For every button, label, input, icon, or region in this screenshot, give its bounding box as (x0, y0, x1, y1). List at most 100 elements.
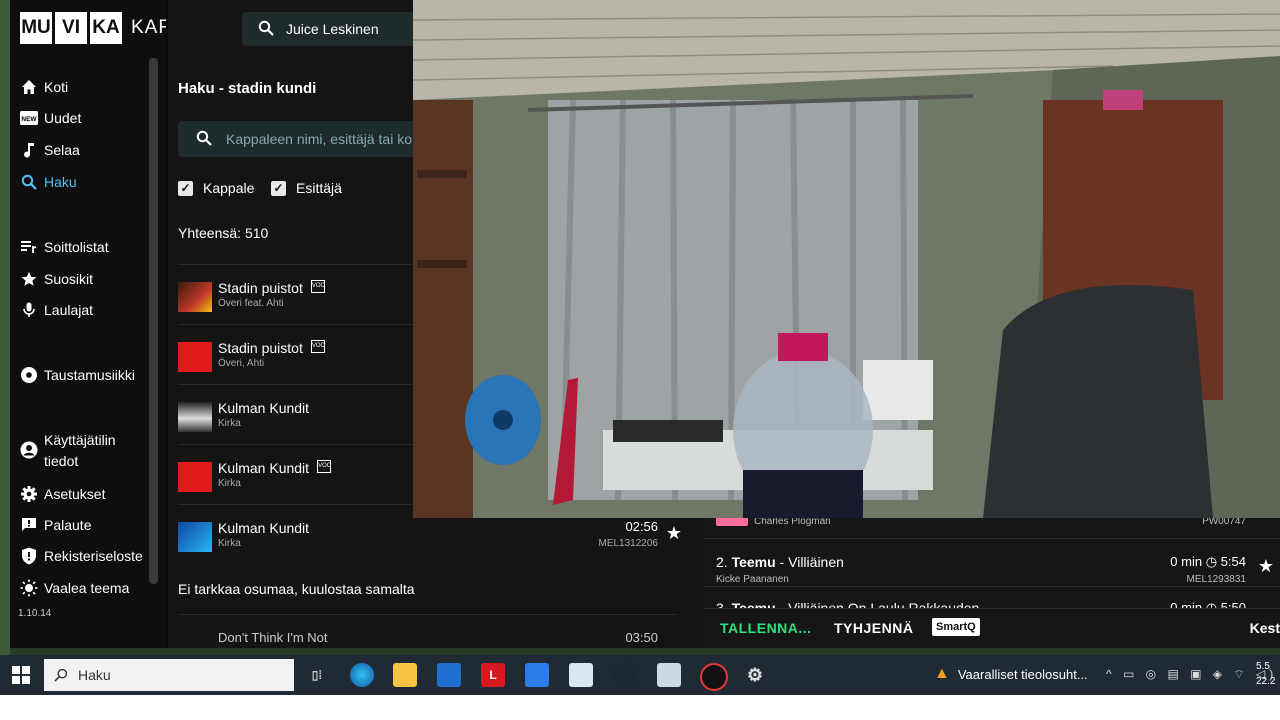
app-version: 1.10.14 (18, 608, 52, 619)
app-icon[interactable] (525, 663, 549, 687)
search-icon (196, 130, 212, 149)
account-label-group: Käyttäjätilin tiedot (44, 430, 116, 472)
filter-label: Esittäjä (296, 180, 342, 196)
sidebar-item-soittolistat[interactable]: Soittolistat (20, 236, 109, 258)
taskbar-clock[interactable]: 5.5 22.2 (1256, 659, 1275, 689)
list-item[interactable]: Charles Plogman PW00747 (704, 516, 1280, 539)
song-length: 5:50 (1220, 600, 1246, 609)
song-title: Villiäinen On Laulu Rakkauden (788, 600, 980, 609)
windows-logo-icon (12, 666, 30, 684)
filter-kappale[interactable]: ✓ Kappale (178, 180, 254, 196)
settings-gear-icon[interactable]: ⚙ (743, 663, 767, 687)
new-icon: NEW (20, 109, 38, 127)
sidebar-item-label: Haku (44, 174, 77, 190)
sidebar-item-kayttajatili[interactable]: Käyttäjätilin tiedot (20, 430, 116, 474)
screen-bottom-area (0, 695, 1280, 720)
warning-text: Vaaralliset tieolosuht... (957, 666, 1088, 682)
search-icon (258, 20, 274, 39)
task-view-icon[interactable]: ▯⁞ (305, 663, 329, 687)
weather-warning[interactable]: ▲ Vaaralliset tieolosuht... (934, 665, 1088, 683)
wait-time: 0 min (1170, 554, 1203, 569)
home-icon (20, 78, 38, 96)
album-thumbnail (178, 402, 212, 432)
smartq-toggle[interactable]: SmartQ (932, 618, 980, 636)
windows-start-button[interactable] (12, 666, 30, 689)
system-tray-icons[interactable]: ^ ▭ ◎ ▤ ▣ ◈ ⌔ ◁) (1106, 667, 1277, 682)
song-artist: Överi, Ahti (218, 358, 265, 369)
sidebar-item-rekisteriseloste[interactable]: Rekisteriseloste (20, 545, 143, 567)
duration-column-header[interactable]: Kest (1250, 620, 1280, 636)
song-title: Villiäinen (788, 554, 844, 570)
paint-icon[interactable] (657, 663, 681, 687)
song-artist: Överi feat. Ahti (218, 298, 284, 309)
playlist-icon (20, 238, 38, 256)
singer-name: Teemu (731, 600, 776, 609)
sidebar-item-laulajat[interactable]: Laulajat (20, 299, 93, 321)
filter-esittaja[interactable]: ✓ Esittäjä (271, 180, 342, 196)
favorite-star-icon[interactable]: ★ (666, 523, 682, 544)
clear-queue-button[interactable]: TYHJENNÄ (834, 620, 913, 636)
song-code: MEL1312206 (598, 538, 659, 549)
checkbox-checked-icon[interactable]: ✓ (271, 180, 286, 196)
music-note-icon (20, 141, 38, 159)
clock-date: 22.2 (1256, 676, 1276, 687)
sidebar-item-label: Soittolistat (44, 239, 109, 255)
gear-icon (20, 485, 38, 503)
song-title: Don't Think I'm Not (218, 630, 328, 645)
webcam-video-overlay[interactable] (413, 0, 1280, 518)
sidebar-item-label: Käyttäjätilin (44, 432, 116, 448)
l-app-icon[interactable]: L (481, 663, 505, 687)
sidebar-item-label: Palaute (44, 517, 92, 533)
file-explorer-icon[interactable] (393, 663, 417, 687)
sidebar-item-taustamusiikki[interactable]: Taustamusiikki (20, 364, 135, 386)
song-artist: Kirka (218, 418, 241, 429)
sidebar-item-uudet[interactable]: NEW Uudet (20, 107, 81, 129)
logo-box-1: MU (20, 12, 52, 44)
checkbox-checked-icon[interactable]: ✓ (178, 180, 193, 196)
notepad-icon[interactable] (569, 663, 593, 687)
sidebar-item-vaalea-teema[interactable]: Vaalea teema (20, 577, 129, 599)
feedback-icon (20, 516, 38, 534)
list-item[interactable]: 3. Teemu - Villiäinen On Laulu Rakkauden… (704, 588, 1280, 609)
song-artist: Kirka (218, 478, 241, 489)
steam-icon[interactable] (613, 663, 637, 687)
table-row[interactable]: Don't Think I'm Not 03:50 (178, 614, 678, 648)
album-thumbnail (178, 522, 212, 552)
edge-browser-icon[interactable] (350, 663, 374, 687)
song-search-input[interactable]: Kappaleen nimi, esittäjä tai ko (178, 121, 428, 157)
sidebar-item-selaa[interactable]: Selaa (20, 139, 80, 161)
album-thumbnail (178, 462, 212, 492)
list-item[interactable]: 2. Teemu - Villiäinen Kicke Paananen 0 m… (704, 540, 1280, 587)
sidebar-item-haku[interactable]: Haku (20, 171, 77, 193)
sidebar-item-koti[interactable]: Koti (20, 76, 68, 98)
sidebar-item-label: Suosikit (44, 271, 94, 287)
sidebar-item-palaute[interactable]: Palaute (20, 514, 91, 536)
song-title: Kulman Kundit (218, 460, 310, 476)
save-queue-button[interactable]: TALLENNA... (720, 620, 812, 636)
sidebar-item-suosikit[interactable]: Suosikit (20, 268, 93, 290)
store-icon[interactable] (437, 663, 461, 687)
singer-name: Teemu (731, 554, 776, 570)
sidebar: MU VI KA KARAOKE Koti NEW Uudet Selaa Ha… (10, 0, 229, 648)
desktop-background (0, 0, 10, 660)
result-count: Yhteensä: 510 (178, 225, 269, 241)
song-artist: Kicke Paananen (716, 574, 789, 585)
shield-icon (20, 547, 38, 565)
song-artist: Kirka (218, 538, 241, 549)
sidebar-item-label: Taustamusiikki (44, 367, 136, 383)
sidebar-item-label-2: tiedot (44, 453, 79, 469)
disc-icon (20, 366, 38, 384)
album-thumbnail (178, 342, 212, 372)
global-search-bar[interactable]: Juice Leskinen (242, 12, 422, 46)
sidebar-scrollbar[interactable] (149, 58, 158, 584)
taskbar-search-input[interactable]: Haku (44, 659, 294, 691)
muvika-app-icon[interactable] (700, 663, 728, 691)
favorite-star-icon[interactable]: ★ (1258, 556, 1274, 577)
sidebar-item-asetukset[interactable]: Asetukset (20, 483, 105, 505)
filter-label: Kappale (203, 180, 255, 196)
voc-badge-icon: VOC (317, 460, 331, 473)
clock-time: 5.5 (1256, 661, 1270, 672)
song-length: 5:54 (1220, 554, 1246, 569)
warning-icon: ▲ (934, 665, 950, 682)
song-duration: 02:56 (625, 519, 658, 534)
